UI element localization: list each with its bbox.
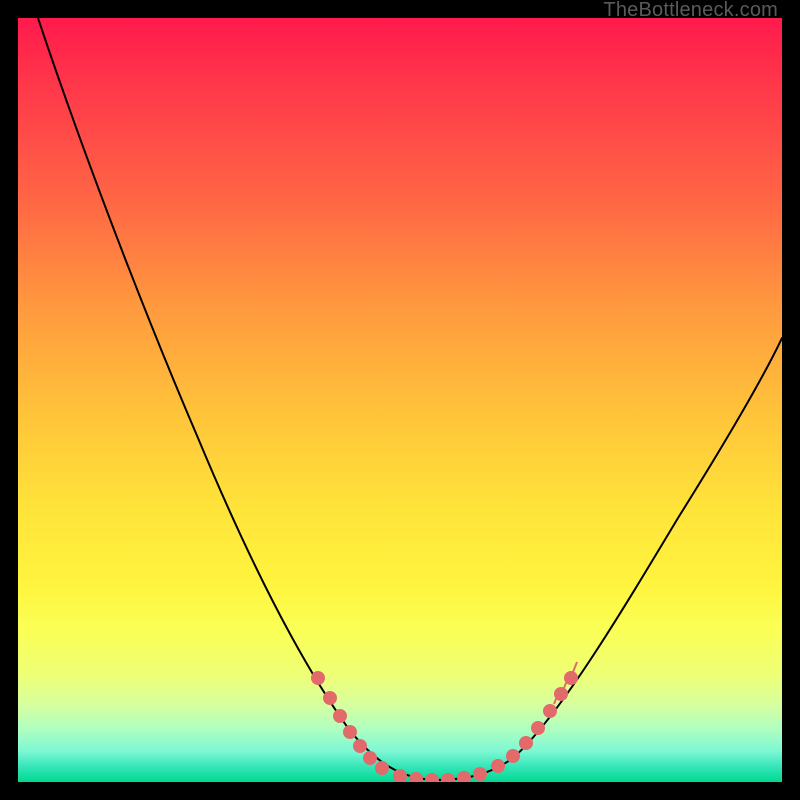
- marker-point: [473, 767, 487, 781]
- chart-frame: TheBottleneck.com: [0, 0, 800, 800]
- marker-point: [491, 759, 505, 773]
- marker-point: [311, 671, 325, 685]
- marker-point: [506, 749, 520, 763]
- marker-point: [343, 725, 357, 739]
- marker-point: [353, 739, 367, 753]
- marker-point: [519, 736, 533, 750]
- bottleneck-curve: [38, 18, 782, 780]
- marker-point: [457, 771, 471, 782]
- marker-point: [531, 721, 545, 735]
- marker-point: [333, 709, 347, 723]
- marker-tick: [573, 662, 577, 672]
- marker-point: [323, 691, 337, 705]
- marker-point: [425, 773, 439, 782]
- marker-point: [543, 704, 557, 718]
- watermark-text: TheBottleneck.com: [603, 0, 778, 20]
- plot-area: [18, 18, 782, 782]
- marker-point: [363, 751, 377, 765]
- chart-svg: [18, 18, 782, 782]
- marker-point: [441, 773, 455, 782]
- marker-point: [375, 761, 389, 775]
- marker-point: [409, 772, 423, 782]
